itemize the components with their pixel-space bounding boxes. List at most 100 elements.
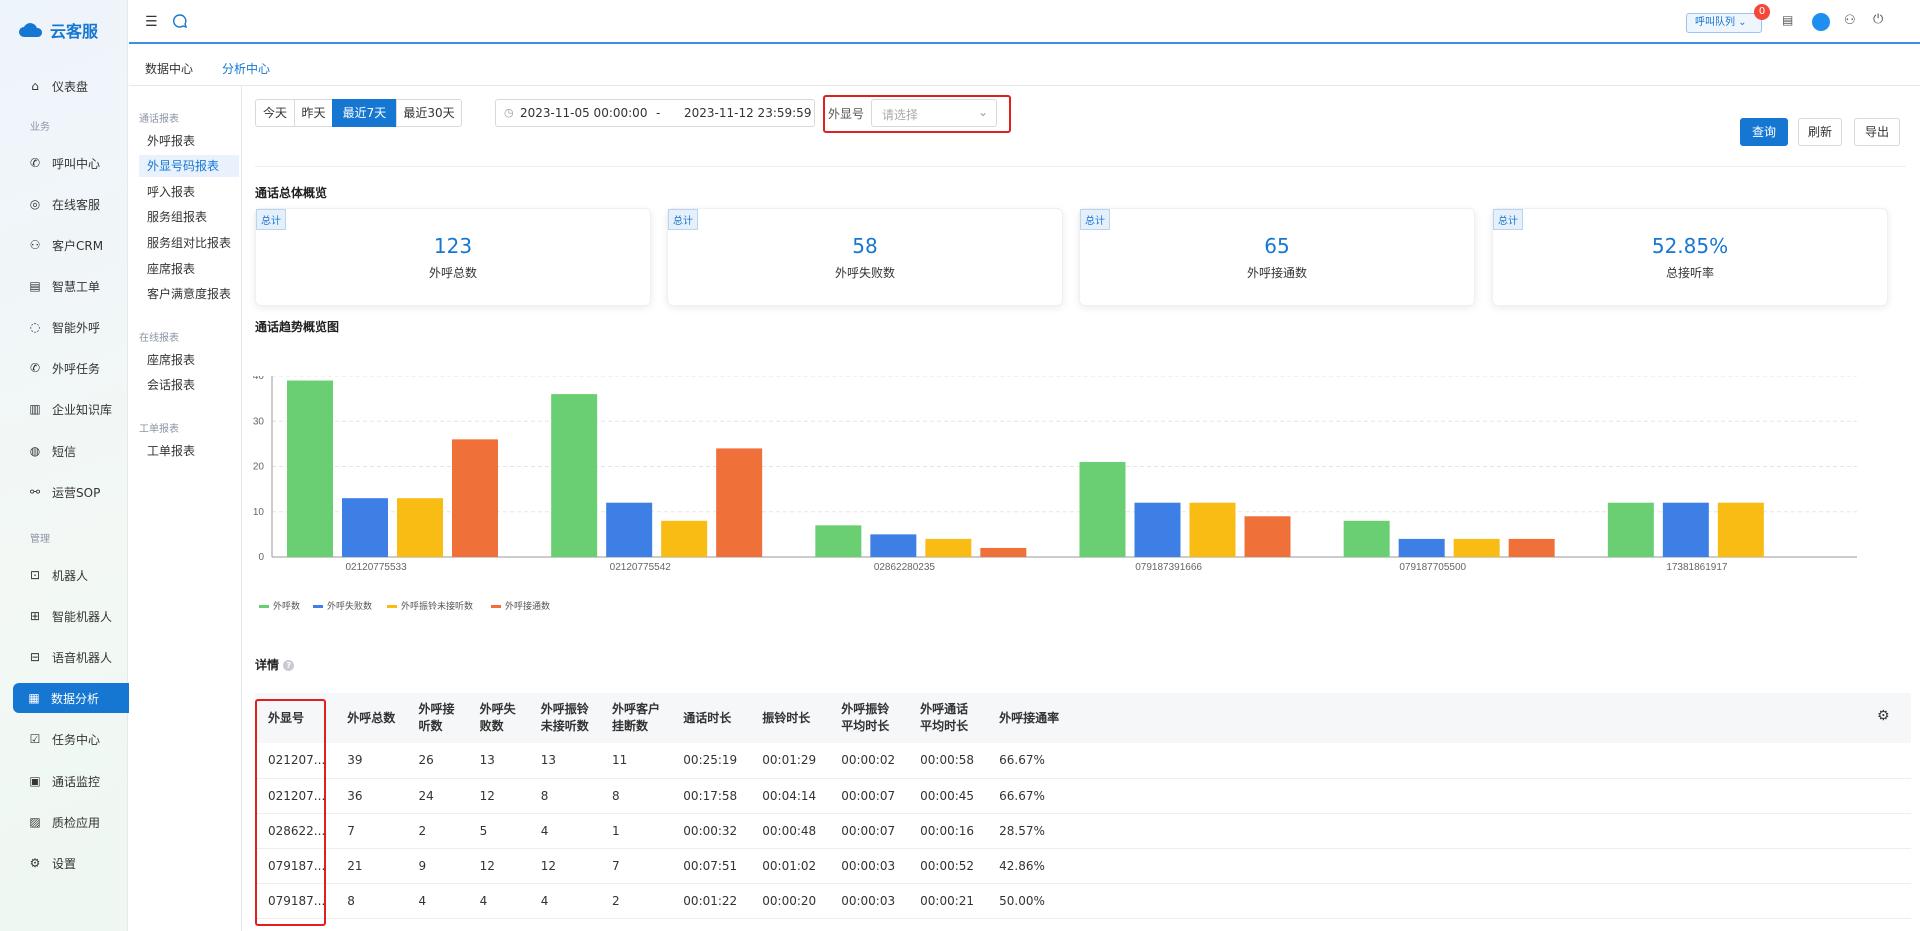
column-header-line: 外呼通话 [920, 702, 969, 716]
sidebar-item-4[interactable]: ▤ 智慧工单 [14, 271, 148, 301]
caller-id-select[interactable]: 请选择 ⌄ [871, 99, 997, 127]
column-header-line: 挂断数 [612, 719, 649, 733]
table-cell: 8 [527, 778, 600, 814]
column-header-line: 外呼总数 [347, 710, 396, 725]
card-label: 外呼接通数 [1246, 266, 1307, 280]
table-cell: 00:25:19 [670, 743, 750, 779]
subnav-item-online-agent[interactable]: 座席报表 [139, 349, 239, 371]
sidebar-item-16[interactable]: ▨ 质检应用 [14, 807, 148, 837]
table-cell: 079187... [255, 848, 335, 884]
tabs-bar: 数据中心 分析中心 [129, 46, 1920, 86]
status-dot-icon[interactable] [1812, 13, 1830, 31]
phone-forward-icon: ✆ [29, 361, 41, 375]
user-icon[interactable]: ⚇ [1844, 13, 1856, 28]
table-row[interactable]: 079187... 21 9 12 12 7 00:07:51 00:01:02 00:00:0… [255, 848, 1911, 884]
y-tick-label: 40 [253, 376, 265, 382]
bar-0-3 [1079, 461, 1126, 557]
table-cell: 00:00:52 [907, 848, 987, 884]
chat-icon[interactable] [173, 14, 187, 28]
table-cell: 00:01:02 [749, 848, 829, 884]
sidebar-item-14[interactable]: ☑ 任务中心 [14, 724, 148, 754]
column-header: 外呼失 败数 [466, 693, 528, 743]
end-date[interactable]: 2023-11-12 23:59:59 [684, 100, 811, 126]
bar-3-0 [452, 439, 498, 557]
column-header-line: 未接听数 [540, 719, 589, 733]
sidebar-item-5[interactable]: ◌ 智能外呼 [14, 312, 148, 342]
start-date[interactable]: 2023-11-05 00:00:00 [520, 100, 647, 126]
help-icon[interactable]: ? [283, 660, 295, 671]
sidebar-item-label: 企业知识库 [52, 402, 113, 417]
sidebar-item-0[interactable]: ⌂ 仪表盘 [14, 71, 148, 101]
sidebar-item-10[interactable]: ⊡ 机器人 [14, 560, 148, 590]
bar-0-5 [1607, 502, 1654, 557]
sidebar-item-label: 通话监控 [52, 774, 101, 789]
robot-icon: ⊡ [29, 568, 41, 582]
table-cell: 1 [599, 813, 671, 849]
sidebar-item-12[interactable]: ⊟ 语音机器人 [14, 642, 148, 672]
sidebar-item-8[interactable]: ◍ 短信 [14, 436, 148, 466]
table-cell: 24 [405, 778, 467, 814]
sidebar-item-13[interactable]: ▦ 数据分析 [13, 683, 148, 713]
card-answer-rate: 总计 52.85% 总接听率 [1492, 208, 1888, 306]
tab-data-center[interactable]: 数据中心 [145, 60, 193, 77]
subnav-item-service-compare[interactable]: 服务组对比报表 [139, 232, 239, 254]
sidebar-item-7[interactable]: ▥ 企业知识库 [14, 394, 148, 424]
column-header: 外显号 [255, 693, 335, 743]
column-settings-icon[interactable]: ⚙ [1877, 708, 1890, 724]
table-row[interactable]: 021207... 36 24 12 8 8 00:17:58 00:04:14 00:00:0… [255, 778, 1911, 814]
table-cell: 4 [527, 883, 600, 919]
topbar: ☰ 呼叫队列 ⌄ 0 ▤ ⚇ ⏻ [129, 0, 1920, 44]
bar-1-1 [606, 502, 653, 557]
subnav-item-inbound[interactable]: 呼入报表 [139, 181, 239, 203]
subnav-item-satisfaction[interactable]: 客户满意度报表 [139, 283, 239, 305]
subnav-item-ticket[interactable]: 工单报表 [139, 440, 239, 462]
sidebar-item-9[interactable]: ⚯ 运营SOP [14, 477, 148, 507]
range-today-button[interactable]: 今天 [255, 99, 295, 127]
caller-id-placeholder: 请选择 [882, 108, 919, 122]
column-header-line: 振铃时长 [762, 710, 811, 725]
subnav-item-outbound[interactable]: 外呼报表 [139, 130, 239, 152]
app-logo[interactable]: 云客服 [18, 18, 98, 42]
query-button[interactable]: 查询 [1740, 118, 1788, 146]
document-icon[interactable]: ▤ [1782, 13, 1793, 27]
subnav-item-session[interactable]: 会话报表 [139, 374, 239, 396]
card-tag: 总计 [1080, 209, 1110, 230]
overview-title: 通话总体概览 [255, 186, 328, 200]
card-value: 52.85% [1651, 234, 1729, 258]
column-header: 外呼振铃 平均时长 [828, 693, 908, 743]
refresh-button[interactable]: 刷新 [1798, 118, 1842, 146]
share-icon: ⚯ [29, 485, 41, 499]
power-icon[interactable]: ⏻ [1873, 12, 1883, 27]
date-range-picker[interactable]: ◷ 2023-11-05 00:00:00 - 2023-11-12 23:59… [495, 99, 815, 127]
tab-analysis-center[interactable]: 分析中心 [222, 60, 270, 77]
table-row[interactable]: 079187... 8 4 4 4 2 00:01:22 00:00:20 00:00:03 00… [255, 883, 1911, 919]
table-row[interactable]: 021207... 39 26 13 13 11 00:25:19 00:01:29 00:00… [255, 743, 1911, 779]
date-separator: - [656, 106, 661, 120]
range-7days-button[interactable]: 最近7天 [332, 99, 397, 127]
sidebar-item-2[interactable]: ◎ 在线客服 [14, 189, 148, 219]
range-yesterday-button[interactable]: 昨天 [294, 99, 333, 127]
collapse-menu-icon[interactable]: ☰ [145, 14, 158, 30]
sidebar-item-1[interactable]: ✆ 呼叫中心 [14, 148, 148, 178]
sidebar-item-3[interactable]: ⚇ 客户CRM [14, 230, 148, 260]
column-header: 振铃时长 [749, 693, 829, 743]
subnav-item-caller-id[interactable]: 外显号码报表 [139, 155, 239, 177]
sidebar-item-17[interactable]: ⚙ 设置 [14, 848, 148, 878]
table-cell: 21 [334, 848, 406, 884]
subnav-item-agent[interactable]: 座席报表 [139, 258, 239, 280]
call-queue-dropdown[interactable]: 呼叫队列 ⌄ [1686, 13, 1762, 33]
column-header-line: 外呼接通率 [999, 710, 1060, 725]
sidebar-item-label: 客户CRM [52, 238, 104, 253]
table-cell: 11 [599, 743, 671, 779]
bar-2-3 [1189, 502, 1236, 557]
range-30days-button[interactable]: 最近30天 [396, 99, 462, 127]
export-button[interactable]: 导出 [1854, 118, 1900, 146]
column-header-line: 外呼客户 [612, 702, 661, 716]
x-tick-label: 079187391666 [1135, 562, 1202, 573]
sidebar-item-11[interactable]: ⊞ 智能机器人 [14, 601, 148, 631]
sidebar-item-6[interactable]: ✆ 外呼任务 [14, 353, 148, 383]
sidebar-item-15[interactable]: ▣ 通话监控 [14, 766, 148, 796]
voice-robot-icon: ⊟ [29, 650, 41, 664]
table-row[interactable]: 028622... 7 2 5 4 1 00:00:32 00:00:48 00:00:07 00… [255, 813, 1911, 849]
subnav-item-service-group[interactable]: 服务组报表 [139, 206, 239, 228]
